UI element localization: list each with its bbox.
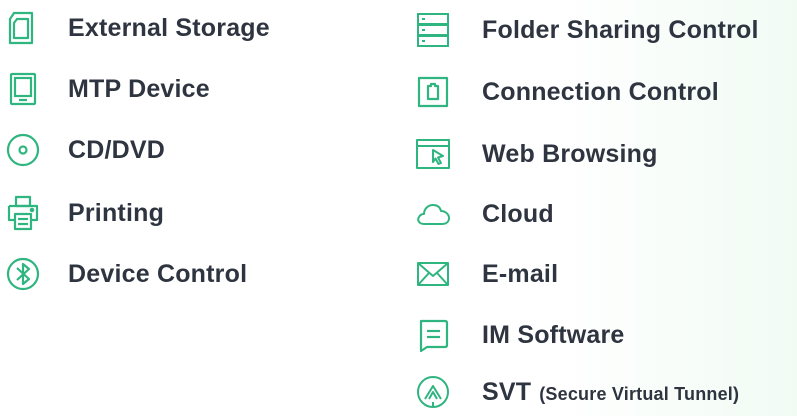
feature-email: E-mail	[414, 252, 558, 296]
tablet-icon	[4, 70, 42, 108]
chat-icon	[414, 316, 452, 354]
feature-printing: Printing	[4, 191, 164, 235]
feature-label: Device Control	[68, 259, 248, 288]
feature-label-sub: (Secure Virtual Tunnel)	[539, 383, 740, 404]
tunnel-icon	[414, 373, 452, 411]
feature-connection-control: Connection Control	[414, 70, 719, 114]
feature-label: IM Software	[482, 320, 625, 349]
browser-window-icon	[414, 135, 452, 173]
bluetooth-icon	[4, 255, 42, 293]
feature-cloud: Cloud	[414, 192, 554, 236]
connection-icon	[414, 73, 452, 111]
feature-im-software: IM Software	[414, 313, 625, 357]
feature-folder-sharing-control: Folder Sharing Control	[414, 8, 759, 52]
feature-label: Cloud	[482, 199, 554, 228]
envelope-icon	[414, 255, 452, 293]
feature-external-storage: External Storage	[4, 6, 270, 50]
feature-cd-dvd: CD/DVD	[4, 128, 165, 172]
feature-svt: SVT (Secure Virtual Tunnel)	[414, 370, 739, 414]
feature-label: CD/DVD	[68, 135, 166, 164]
feature-web-browsing: Web Browsing	[414, 132, 658, 176]
feature-label: E-mail	[482, 259, 559, 288]
feature-label-main: SVT	[482, 377, 532, 406]
disc-icon	[4, 131, 42, 169]
feature-device-control: Device Control	[4, 252, 247, 296]
feature-label: Folder Sharing Control	[482, 15, 759, 44]
feature-label: External Storage	[68, 13, 270, 42]
cloud-icon	[414, 195, 452, 233]
server-icon	[414, 11, 452, 49]
feature-label: SVT (Secure Virtual Tunnel)	[482, 378, 739, 407]
feature-label: Printing	[68, 198, 165, 227]
printer-icon	[4, 194, 42, 232]
sd-card-icon	[4, 9, 42, 47]
feature-label: Web Browsing	[482, 139, 658, 168]
feature-label: Connection Control	[482, 77, 719, 106]
feature-label: MTP Device	[68, 74, 210, 103]
feature-mtp-device: MTP Device	[4, 67, 210, 111]
